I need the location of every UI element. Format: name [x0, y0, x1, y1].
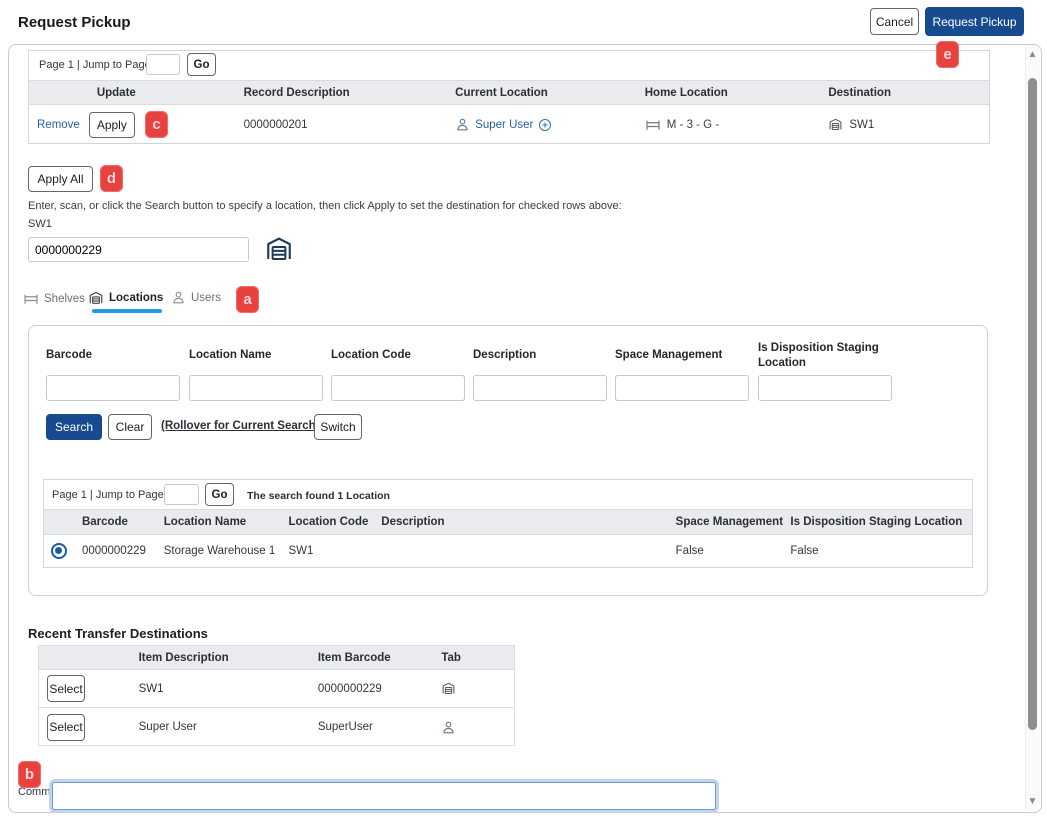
results-summary: The search found 1 Location	[247, 490, 390, 502]
table-row: Select SW1 0000000229	[39, 670, 514, 708]
scroll-down-icon[interactable]: ▼	[1027, 797, 1038, 807]
res-col-location-name: Location Name	[159, 516, 284, 528]
jump-to-page-input[interactable]	[146, 54, 180, 75]
space-management-label: Space Management	[615, 348, 722, 363]
go-button[interactable]: Go	[187, 53, 216, 76]
warehouse-icon	[88, 290, 104, 306]
col-destination: Destination	[817, 87, 989, 99]
res-col-location-code: Location Code	[284, 516, 377, 528]
tab-shelves[interactable]: Shelves	[23, 291, 85, 307]
location-barcode-input[interactable]	[28, 237, 249, 262]
location-name-input[interactable]	[189, 375, 323, 401]
rt-col-tab: Tab	[431, 652, 514, 664]
active-tab-underline	[92, 309, 162, 313]
current-location-cell[interactable]: Super User	[475, 119, 533, 131]
scroll-up-icon[interactable]: ▲	[1027, 50, 1038, 60]
table-row: 0000000229 Storage Warehouse 1 SW1 False…	[44, 535, 972, 566]
result-radio-selected[interactable]	[51, 543, 67, 559]
request-pickup-page: Request Pickup Cancel Request Pickup e ▲…	[0, 0, 1047, 818]
tab-shelves-label: Shelves	[44, 293, 85, 305]
select-button[interactable]: Select	[47, 714, 85, 741]
rt-col-item-barcode: Item Barcode	[308, 652, 431, 664]
annotation-marker-d: d	[100, 165, 123, 192]
space-management-input[interactable]	[615, 375, 749, 401]
warehouse-icon	[441, 681, 456, 696]
location-search-card: Barcode Location Name Location Code Desc…	[28, 325, 988, 596]
barcode-label: Barcode	[46, 348, 92, 363]
select-button[interactable]: Select	[47, 675, 85, 702]
table-row: Remove Apply 0000000201 Super User M - 3…	[29, 105, 989, 144]
instruction-text: Enter, scan, or click the Search button …	[28, 200, 622, 212]
rt-col-item-description: Item Description	[129, 652, 308, 664]
search-button[interactable]: Search	[46, 414, 102, 440]
remove-link[interactable]: Remove	[37, 119, 80, 131]
is-disposition-staging-location-input[interactable]	[758, 375, 892, 401]
warehouse-icon	[828, 117, 843, 132]
rt-item-description: Super User	[129, 721, 308, 733]
comments-textarea[interactable]	[52, 782, 716, 810]
shelf-icon	[645, 117, 661, 133]
plus-circle-icon[interactable]	[538, 118, 552, 132]
location-name-label: Location Name	[189, 348, 271, 363]
results-go-button[interactable]: Go	[205, 483, 234, 506]
tab-users[interactable]: Users	[171, 290, 221, 305]
result-is-disposition-staging: False	[785, 545, 972, 557]
col-current-location: Current Location	[433, 87, 638, 99]
recent-transfers-table: Item Description Item Barcode Tab Select…	[38, 645, 515, 746]
results-jump-to-page-input[interactable]	[164, 484, 199, 505]
result-location-name: Storage Warehouse 1	[159, 545, 284, 557]
switch-button[interactable]: Switch	[314, 414, 362, 440]
rt-item-barcode: 0000000229	[308, 683, 431, 695]
is-disposition-staging-location-label: Is Disposition Staging Location	[758, 341, 890, 371]
annotation-marker-b: b	[18, 761, 41, 788]
record-description-cell: 0000000201	[204, 119, 434, 131]
shelf-icon	[23, 291, 39, 307]
col-home-location: Home Location	[638, 87, 818, 99]
destination-cell: SW1	[849, 119, 874, 131]
scrollbar-thumb[interactable]	[1028, 78, 1037, 730]
page-title: Request Pickup	[18, 14, 131, 31]
location-code-input[interactable]	[331, 375, 465, 401]
pagination-label: Page 1 | Jump to Page:	[39, 59, 154, 71]
user-icon	[455, 117, 470, 132]
annotation-marker-c: c	[145, 111, 168, 138]
res-col-is-disposition-staging: Is Disposition Staging Location	[785, 516, 972, 528]
rt-item-description: SW1	[129, 683, 308, 695]
description-input[interactable]	[473, 375, 607, 401]
home-location-cell: M - 3 - G -	[667, 119, 719, 131]
tab-users-label: Users	[191, 292, 221, 304]
tab-locations-label: Locations	[109, 292, 163, 304]
apply-all-button[interactable]: Apply All	[28, 166, 93, 192]
result-space-management: False	[671, 545, 786, 557]
result-barcode: 0000000229	[74, 545, 159, 557]
tab-locations[interactable]: Locations	[88, 290, 163, 306]
res-col-description: Description	[376, 516, 670, 528]
col-update: Update	[29, 87, 204, 99]
rt-item-barcode: SuperUser	[308, 721, 431, 733]
barcode-input[interactable]	[46, 375, 180, 401]
annotation-marker-e: e	[936, 41, 959, 68]
location-code-label: Location Code	[331, 348, 411, 363]
col-record-description: Record Description	[204, 87, 434, 99]
user-icon	[171, 290, 186, 305]
rollover-current-search-link[interactable]: (Rollover for Current Search)	[161, 420, 319, 432]
res-col-barcode: Barcode	[74, 516, 159, 528]
recent-transfers-title: Recent Transfer Destinations	[28, 626, 208, 641]
search-results-table: Page 1 | Jump to Page: Go The search fou…	[43, 479, 973, 568]
user-icon	[441, 720, 456, 735]
warehouse-icon	[264, 234, 294, 264]
apply-button[interactable]: Apply	[89, 112, 135, 138]
table-row: Select Super User SuperUser	[39, 708, 514, 746]
selected-records-table: Page 1 | Jump to Page: Go Update Record …	[28, 50, 990, 144]
cancel-button[interactable]: Cancel	[870, 8, 919, 35]
res-col-space-management: Space Management	[671, 516, 786, 528]
results-pagination-label: Page 1 | Jump to Page:	[52, 489, 167, 501]
clear-button[interactable]: Clear	[108, 414, 152, 440]
location-entry-label: SW1	[28, 218, 52, 230]
result-location-code: SW1	[284, 545, 377, 557]
annotation-marker-a: a	[236, 286, 259, 313]
description-label: Description	[473, 348, 536, 363]
request-pickup-button[interactable]: Request Pickup	[925, 7, 1024, 36]
